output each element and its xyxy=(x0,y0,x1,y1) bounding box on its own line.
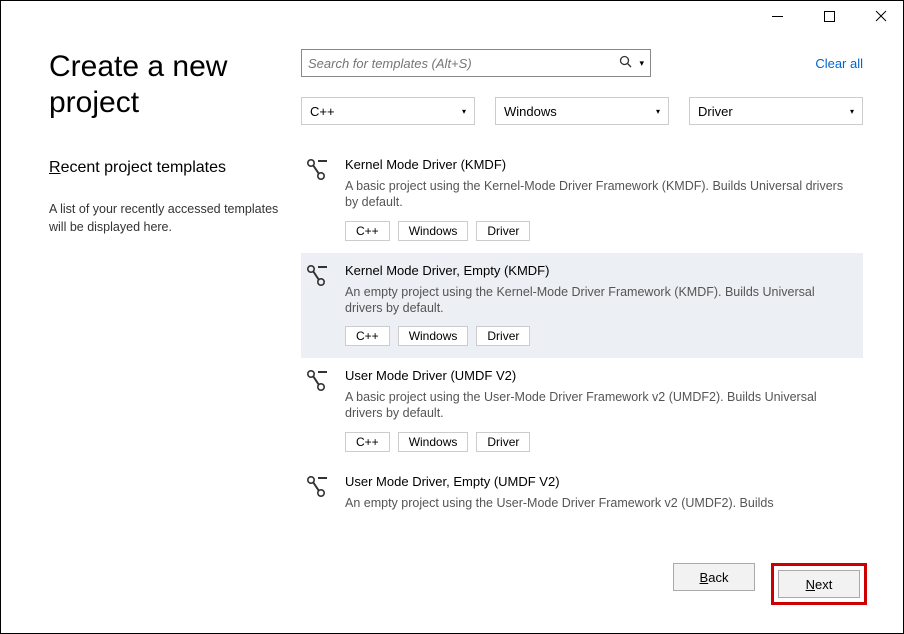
driver-icon xyxy=(307,263,335,347)
template-desc: A basic project using the User-Mode Driv… xyxy=(345,389,851,422)
back-button[interactable]: Back xyxy=(673,563,755,591)
template-tag: Windows xyxy=(398,326,469,346)
window-titlebar xyxy=(1,1,903,31)
chevron-down-icon: ▾ xyxy=(850,107,854,116)
template-desc: An empty project using the User-Mode Dri… xyxy=(345,495,851,511)
filter-project-type[interactable]: Driver ▾ xyxy=(689,97,863,125)
chevron-down-icon: ▾ xyxy=(462,107,466,116)
template-name: Kernel Mode Driver, Empty (KMDF) xyxy=(345,263,851,278)
template-tag: C++ xyxy=(345,221,390,241)
driver-icon xyxy=(307,368,335,452)
next-button[interactable]: Next xyxy=(778,570,860,598)
filter-language[interactable]: C++ ▾ xyxy=(301,97,475,125)
recent-templates-desc: A list of your recently accessed templat… xyxy=(49,201,281,236)
filter-platform-value: Windows xyxy=(504,104,557,119)
template-tags: C++ Windows Driver xyxy=(345,221,851,241)
filter-language-value: C++ xyxy=(310,104,335,119)
template-tag: Driver xyxy=(476,326,530,346)
page-title: Create a new project xyxy=(49,49,281,121)
close-button[interactable] xyxy=(867,5,895,27)
template-tag: C++ xyxy=(345,326,390,346)
template-tags: C++ Windows Driver xyxy=(345,326,851,346)
filter-platform[interactable]: Windows ▾ xyxy=(495,97,669,125)
template-item[interactable]: Kernel Mode Driver (KMDF) A basic project… xyxy=(301,147,863,253)
search-icon[interactable] xyxy=(619,55,633,72)
driver-icon xyxy=(307,157,335,241)
template-tag: Windows xyxy=(398,432,469,452)
template-desc: An empty project using the Kernel-Mode D… xyxy=(345,284,851,317)
template-name: User Mode Driver (UMDF V2) xyxy=(345,368,851,383)
search-dropdown-icon[interactable]: ▾ xyxy=(639,58,644,69)
template-tags: C++ Windows Driver xyxy=(345,432,851,452)
template-tag: Windows xyxy=(398,221,469,241)
dialog-footer: Back Next xyxy=(673,553,867,605)
recent-templates-heading: Recent project templates xyxy=(49,159,281,177)
minimize-button[interactable] xyxy=(763,5,791,27)
template-list: Kernel Mode Driver (KMDF) A basic project… xyxy=(301,147,863,539)
clear-all-link[interactable]: Clear all xyxy=(815,56,863,71)
search-input[interactable] xyxy=(308,56,619,71)
next-button-highlight: Next xyxy=(771,563,867,605)
template-tag: C++ xyxy=(345,432,390,452)
template-tag: Driver xyxy=(476,221,530,241)
template-tag: Driver xyxy=(476,432,530,452)
template-item[interactable]: Kernel Mode Driver, Empty (KMDF) An empty… xyxy=(301,253,863,359)
filter-project-type-value: Driver xyxy=(698,104,733,119)
template-item[interactable]: User Mode Driver, Empty (UMDF V2) An empt… xyxy=(301,464,863,533)
search-input-wrapper[interactable]: ▾ xyxy=(301,49,651,77)
maximize-button[interactable] xyxy=(815,5,843,27)
chevron-down-icon: ▾ xyxy=(656,107,660,116)
template-desc: A basic project using the Kernel-Mode Dr… xyxy=(345,178,851,211)
template-name: Kernel Mode Driver (KMDF) xyxy=(345,157,851,172)
template-name: User Mode Driver, Empty (UMDF V2) xyxy=(345,474,851,489)
template-item[interactable]: User Mode Driver (UMDF V2) A basic projec… xyxy=(301,358,863,464)
driver-icon xyxy=(307,474,335,521)
